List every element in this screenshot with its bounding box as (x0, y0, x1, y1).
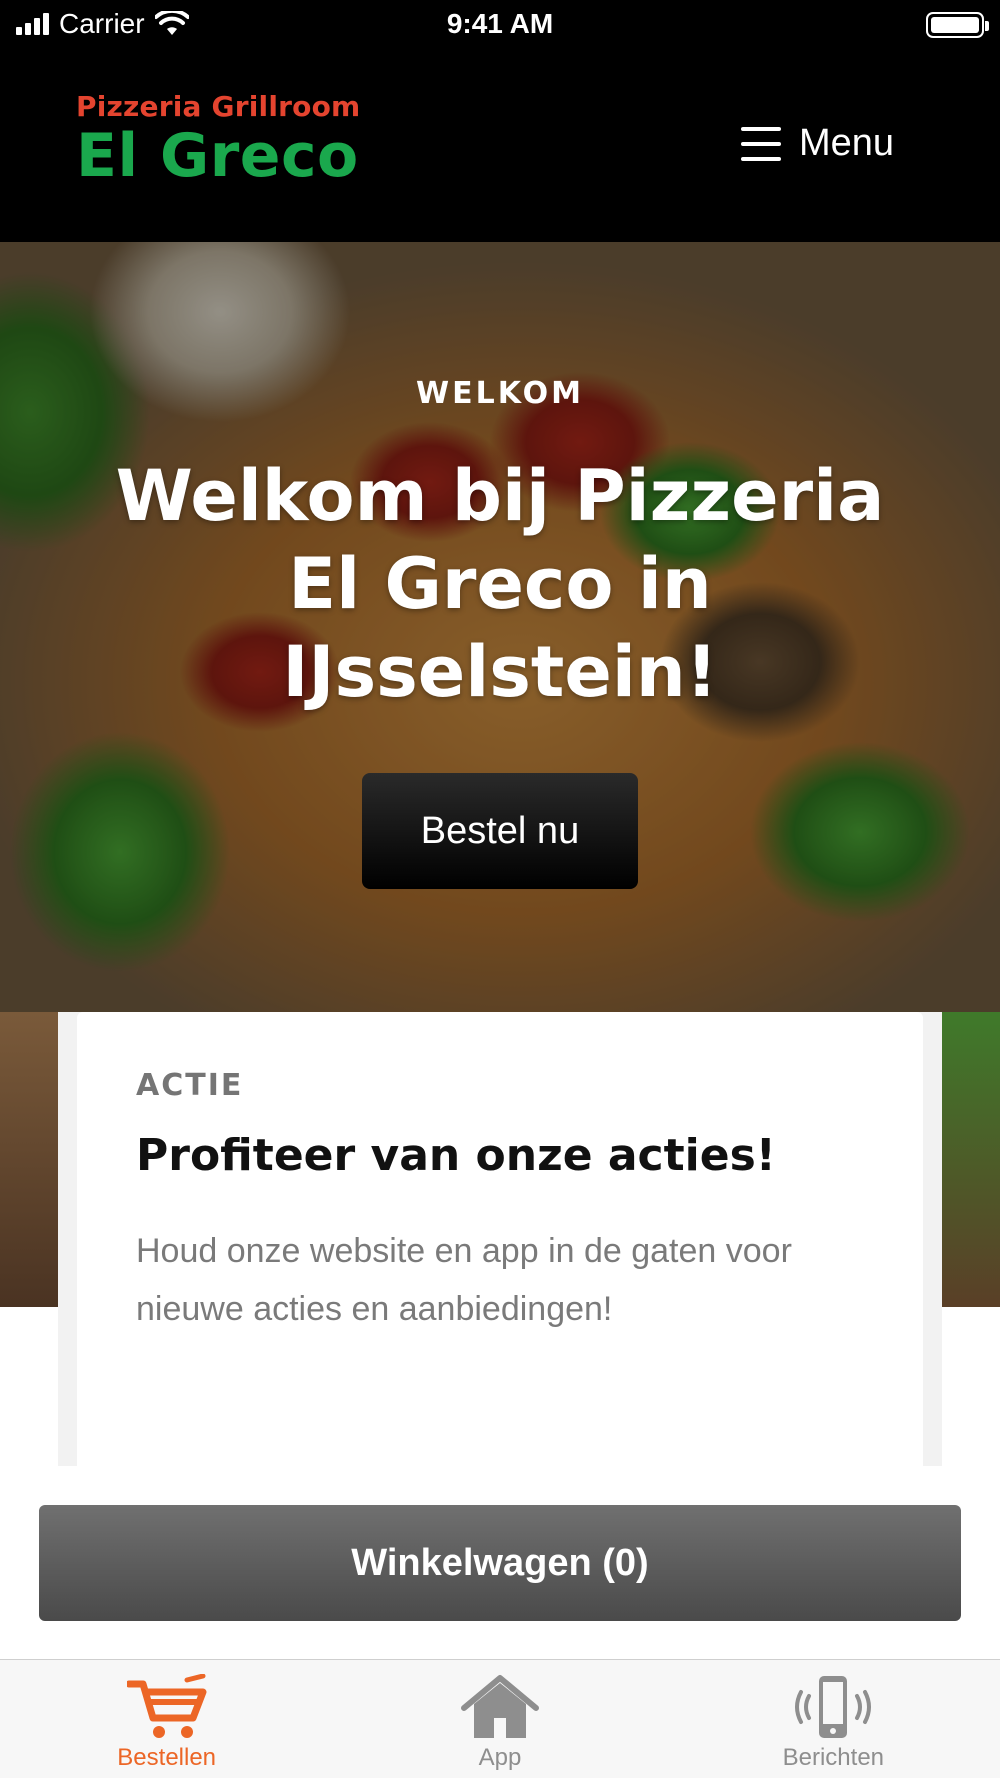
tab-app[interactable]: App (333, 1660, 666, 1778)
status-bar: Carrier 9:41 AM (0, 0, 1000, 50)
logo-title: El Greco (76, 121, 359, 191)
promo-card[interactable]: ACTIE Profiteer van onze acties! Houd on… (77, 1012, 923, 1466)
cart-area: Winkelwagen (0) (0, 1466, 1000, 1659)
card-eyebrow: ACTIE (136, 1068, 244, 1103)
logo[interactable]: Pizzeria Grillroom El Greco (76, 90, 360, 189)
card-text: Houd onze website en app in de gaten voo… (136, 1232, 792, 1328)
promo-carousel[interactable]: ACTIE Profiteer van onze acties! Houd on… (0, 1012, 1000, 1466)
home-icon (460, 1675, 539, 1738)
card-title: Profiteer van onze acties! (136, 1130, 776, 1181)
tab-label: App (478, 1744, 522, 1771)
next-card-peek[interactable] (942, 1012, 1000, 1466)
menu-label: Menu (798, 122, 894, 164)
hamburger-icon (740, 126, 781, 161)
hero-section: WELKOM Welkom bij Pizzeria El Greco in I… (0, 242, 1000, 1012)
site-header: Pizzeria Grillroom El Greco Menu (0, 50, 1000, 242)
previous-card-peek[interactable] (0, 1012, 58, 1466)
phone-vibrate-icon (795, 1676, 872, 1738)
hero-eyebrow: WELKOM (416, 376, 584, 411)
tab-bar: Bestellen App Berichten (0, 1659, 1000, 1778)
logo-subtitle: Pizzeria Grillroom (76, 90, 361, 123)
battery-icon (926, 12, 989, 38)
tab-berichten[interactable]: Berichten (667, 1660, 1000, 1778)
menu-button[interactable]: Menu (740, 122, 894, 165)
status-time: 9:41 AM (446, 8, 554, 39)
tab-label: Bestellen (117, 1744, 217, 1771)
tab-label: Berichten (782, 1744, 885, 1771)
order-now-button[interactable]: Bestel nu (362, 773, 638, 889)
cart-button[interactable]: Winkelwagen (0) (39, 1505, 961, 1621)
hero-title: Welkom bij Pizzeria El Greco in IJsselst… (115, 455, 885, 713)
cart-icon (126, 1674, 207, 1738)
tab-bestellen[interactable]: Bestellen (0, 1660, 333, 1778)
